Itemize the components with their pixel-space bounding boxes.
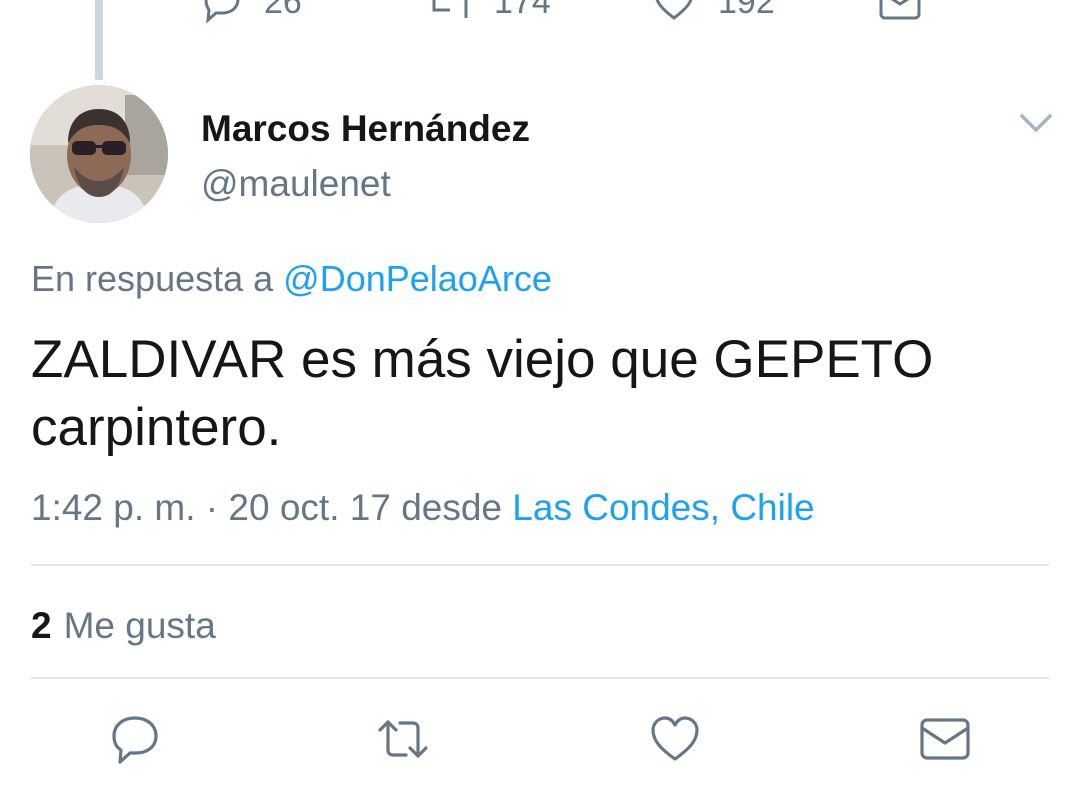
retweet-button[interactable] [376, 712, 430, 766]
tweet-timestamp: 1:42 p. m. · 20 oct. 17 desde [31, 487, 503, 528]
previous-retweet-action[interactable]: 174 [428, 0, 551, 24]
likes-count: 2 [31, 605, 52, 646]
tweet-text: ZALDIVAR es más viejo que GEPETO carpint… [31, 330, 934, 457]
previous-reply-action[interactable]: 26 [198, 0, 302, 24]
retweet-icon [432, 0, 468, 18]
reply-icon [112, 716, 158, 764]
previous-like-action[interactable]: 192 [652, 0, 775, 24]
heart-icon [655, 0, 693, 20]
avatar-photo [30, 85, 168, 223]
envelope-icon [879, 0, 921, 20]
avatar[interactable] [30, 85, 168, 223]
reply-icon [204, 0, 240, 24]
previous-like-count: 192 [718, 0, 775, 21]
reply-context: En respuesta a @DonPelaoArce [31, 258, 552, 300]
likes-label: Me gusta [63, 605, 216, 646]
previous-share-action[interactable] [878, 0, 944, 24]
share-button[interactable] [918, 712, 972, 766]
divider-bottom [31, 677, 1049, 679]
previous-tweet-actions: 26 174 192 [0, 0, 1080, 24]
reply-to-mention[interactable]: @DonPelaoArce [283, 258, 552, 299]
tweet-meta: 1:42 p. m. · 20 oct. 17 desde Las Condes… [31, 487, 815, 529]
reply-button[interactable] [108, 712, 162, 766]
likes-summary[interactable]: 2 Me gusta [31, 605, 216, 647]
like-button[interactable] [648, 712, 702, 766]
divider-top [31, 564, 1049, 566]
chevron-down-icon[interactable] [1018, 110, 1054, 136]
previous-retweet-count: 174 [494, 0, 551, 21]
reply-prefix: En respuesta a [31, 258, 274, 299]
author-handle[interactable]: @maulenet [201, 163, 391, 205]
previous-reply-count: 26 [264, 0, 302, 21]
tweet-location-link[interactable]: Las Condes, Chile [512, 487, 814, 528]
envelope-icon [920, 718, 970, 760]
heart-icon [651, 716, 699, 761]
retweet-icon [378, 720, 428, 758]
author-name[interactable]: Marcos Hernández [201, 108, 530, 150]
